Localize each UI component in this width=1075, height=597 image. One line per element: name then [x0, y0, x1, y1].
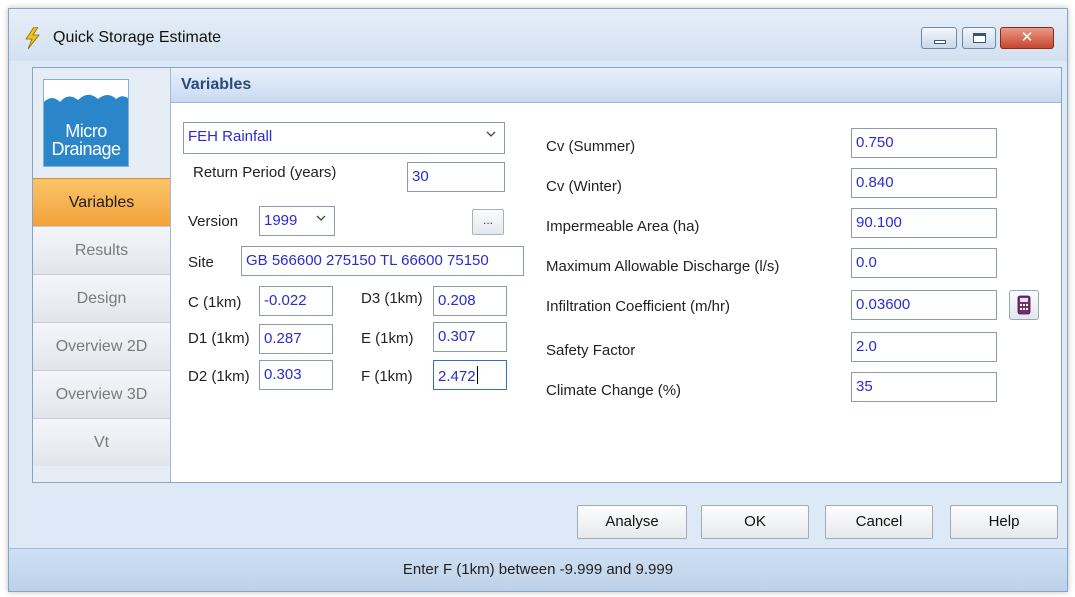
impermeable-area-label: Impermeable Area (ha) — [546, 218, 700, 235]
sidebar-item-vt[interactable]: Vt — [33, 418, 170, 466]
sidebar-item-overview-2d[interactable]: Overview 2D — [33, 322, 170, 370]
d2-label: D2 (1km) — [188, 368, 250, 385]
minimize-button[interactable] — [921, 27, 957, 49]
rainfall-method-value: FEH Rainfall — [188, 128, 273, 145]
content-frame: Micro Drainage Variables Results Design … — [32, 67, 1062, 483]
micro-drainage-logo: Micro Drainage — [43, 79, 129, 167]
c-input[interactable]: -0.022 — [259, 286, 333, 316]
panel-header: Variables — [171, 68, 1061, 103]
quick-storage-estimate-window: Quick Storage Estimate ✕ Micro Drainage … — [8, 8, 1068, 592]
help-button[interactable]: Help — [950, 505, 1058, 539]
maximize-button[interactable] — [962, 27, 996, 49]
analyse-button[interactable]: Analyse — [577, 505, 687, 539]
safety-factor-input[interactable]: 2.0 — [851, 332, 997, 362]
sidebar-item-results[interactable]: Results — [33, 226, 170, 274]
close-icon: ✕ — [1020, 29, 1034, 46]
cv-winter-label: Cv (Winter) — [546, 178, 622, 195]
status-bar: Enter F (1km) between -9.999 and 9.999 — [9, 548, 1067, 591]
sidebar-item-design[interactable]: Design — [33, 274, 170, 322]
f-input[interactable]: 2.472 — [433, 360, 507, 390]
safety-factor-label: Safety Factor — [546, 342, 636, 359]
c-label: C (1km) — [188, 294, 242, 311]
cloud-icon — [44, 80, 128, 114]
cv-winter-input[interactable]: 0.840 — [851, 168, 997, 198]
version-label: Version — [188, 213, 239, 230]
logo-line-1: Micro — [65, 121, 107, 141]
cancel-button[interactable]: Cancel — [825, 505, 933, 539]
version-select[interactable]: 1999 — [259, 206, 335, 236]
version-value: 1999 — [264, 212, 298, 229]
sidebar-item-variables[interactable]: Variables — [33, 178, 170, 226]
title-bar: Quick Storage Estimate ✕ — [9, 9, 1067, 61]
d3-label: D3 (1km) — [361, 290, 423, 307]
cv-summer-label: Cv (Summer) — [546, 138, 636, 155]
f-value: 2.472 — [438, 368, 476, 385]
infiltration-coefficient-input[interactable]: 0.03600 — [851, 290, 997, 320]
ok-button[interactable]: OK — [701, 505, 809, 539]
climate-change-input[interactable]: 35 — [851, 372, 997, 402]
d2-input[interactable]: 0.303 — [259, 360, 333, 390]
calculator-icon — [1017, 295, 1031, 315]
f-label: F (1km) — [361, 368, 413, 385]
d1-input[interactable]: 0.287 — [259, 324, 333, 354]
return-period-input[interactable]: 30 — [407, 162, 505, 192]
chevron-down-icon — [316, 215, 326, 221]
sidebar: Micro Drainage Variables Results Design … — [33, 68, 171, 482]
chevron-down-icon — [486, 131, 496, 137]
lightning-icon — [25, 27, 40, 49]
variables-panel: Variables FEH Rainfall Return Period (ye… — [171, 68, 1061, 482]
panel-title: Variables — [181, 76, 252, 93]
climate-change-label: Climate Change (%) — [546, 382, 682, 399]
infiltration-coefficient-label: Infiltration Coefficient (m/hr) — [546, 298, 730, 315]
e-label: E (1km) — [361, 330, 414, 347]
d3-input[interactable]: 0.208 — [433, 286, 507, 316]
close-button[interactable]: ✕ — [1000, 27, 1054, 49]
minimize-icon — [934, 40, 946, 44]
impermeable-area-input[interactable]: 90.100 — [851, 208, 997, 238]
site-input[interactable]: GB 566600 275150 TL 66600 75150 — [241, 246, 524, 276]
sidebar-item-overview-3d[interactable]: Overview 3D — [33, 370, 170, 418]
cv-summer-input[interactable]: 0.750 — [851, 128, 997, 158]
maximize-icon — [973, 33, 986, 43]
browse-button[interactable]: ... — [472, 209, 504, 235]
text-caret — [476, 366, 478, 384]
max-discharge-label: Maximum Allowable Discharge (l/s) — [546, 258, 780, 275]
logo-line-2: Drainage — [51, 139, 121, 159]
calculator-button[interactable] — [1009, 290, 1039, 320]
max-discharge-input[interactable]: 0.0 — [851, 248, 997, 278]
d1-label: D1 (1km) — [188, 330, 250, 347]
status-text: Enter F (1km) between -9.999 and 9.999 — [402, 561, 674, 578]
rainfall-method-select[interactable]: FEH Rainfall — [183, 122, 505, 154]
site-label: Site — [188, 254, 214, 271]
window-title: Quick Storage Estimate — [53, 29, 222, 46]
return-period-label: Return Period (years) — [193, 164, 337, 181]
e-input[interactable]: 0.307 — [433, 322, 507, 352]
